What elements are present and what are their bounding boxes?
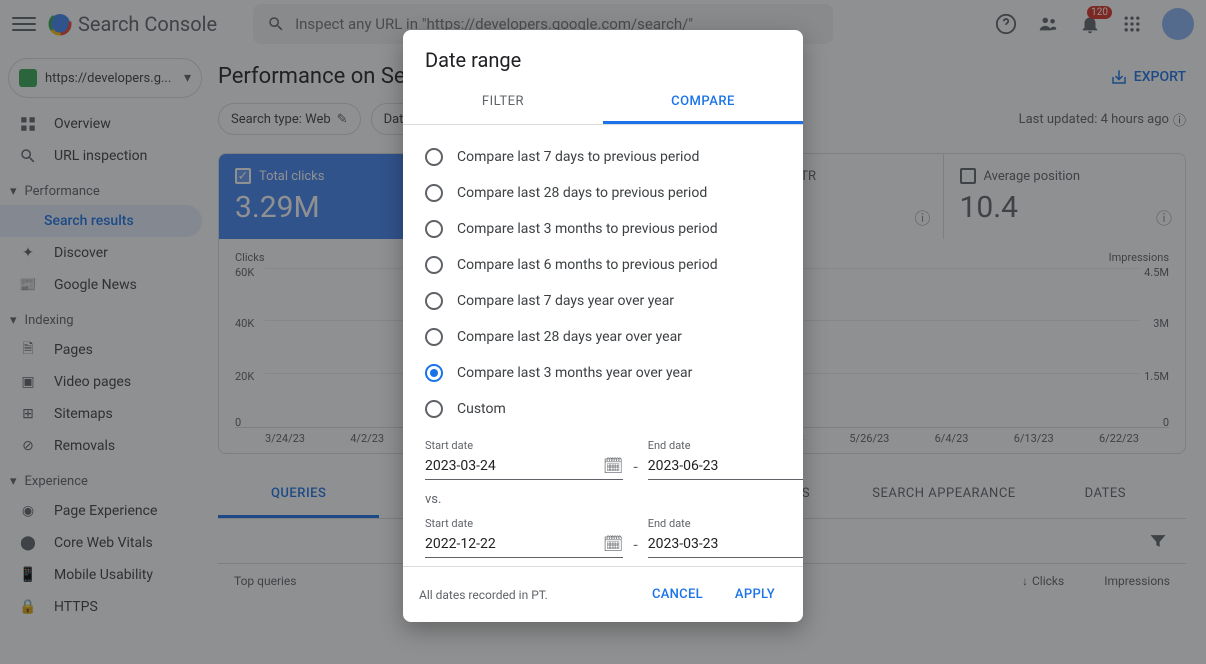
radio-icon [425,184,443,202]
date-separator: - [633,535,637,558]
dialog-footnote: All dates recorded in PT. [419,588,548,602]
end-date-label-2: End date [648,517,803,530]
radio-label: Compare last 6 months to previous period [457,257,718,273]
end-date-label: End date [648,439,803,452]
period2-end-input[interactable] [648,536,803,552]
radio-option-1[interactable]: Compare last 28 days to previous period [425,175,781,211]
cancel-button[interactable]: CANCEL [640,579,715,610]
period1-end-field[interactable]: 🗓 [648,452,803,480]
radio-icon [425,364,443,382]
radio-option-5[interactable]: Compare last 28 days year over year [425,319,781,355]
radio-label: Compare last 7 days year over year [457,293,674,309]
dialog-title: Date range [403,30,803,82]
modal-dim[interactable]: Date range FILTER COMPARE Compare last 7… [0,0,1206,664]
radio-option-2[interactable]: Compare last 3 months to previous period [425,211,781,247]
radio-icon [425,148,443,166]
radio-icon [425,400,443,418]
radio-label: Compare last 3 months year over year [457,365,692,381]
radio-option-0[interactable]: Compare last 7 days to previous period [425,139,781,175]
start-date-label: Start date [425,439,623,452]
radio-option-6[interactable]: Compare last 3 months year over year [425,355,781,391]
radio-icon [425,328,443,346]
radio-label: Compare last 7 days to previous period [457,149,699,165]
radio-icon [425,220,443,238]
period2-start-input[interactable] [425,536,603,552]
radio-label: Compare last 28 days year over year [457,329,682,345]
period1-end-input[interactable] [648,458,803,474]
radio-icon [425,292,443,310]
period2-start-field[interactable]: 🗓 [425,530,623,558]
dialog-tab-compare[interactable]: COMPARE [603,82,803,124]
dialog-tab-filter[interactable]: FILTER [403,82,603,124]
radio-option-4[interactable]: Compare last 7 days year over year [425,283,781,319]
calendar-icon[interactable]: 🗓 [603,534,623,553]
radio-icon [425,256,443,274]
radio-option-3[interactable]: Compare last 6 months to previous period [425,247,781,283]
apply-button[interactable]: APPLY [723,579,787,610]
radio-label: Compare last 28 days to previous period [457,185,707,201]
date-range-dialog: Date range FILTER COMPARE Compare last 7… [403,30,803,622]
radio-option-7[interactable]: Custom [425,391,781,427]
radio-label: Compare last 3 months to previous period [457,221,718,237]
period1-start-field[interactable]: 🗓 [425,452,623,480]
date-separator: - [633,457,637,480]
vs-label: vs. [403,488,803,511]
radio-label: Custom [457,401,506,417]
calendar-icon[interactable]: 🗓 [603,456,623,475]
period1-start-input[interactable] [425,458,603,474]
start-date-label-2: Start date [425,517,623,530]
period2-end-field[interactable]: 🗓 [648,530,803,558]
